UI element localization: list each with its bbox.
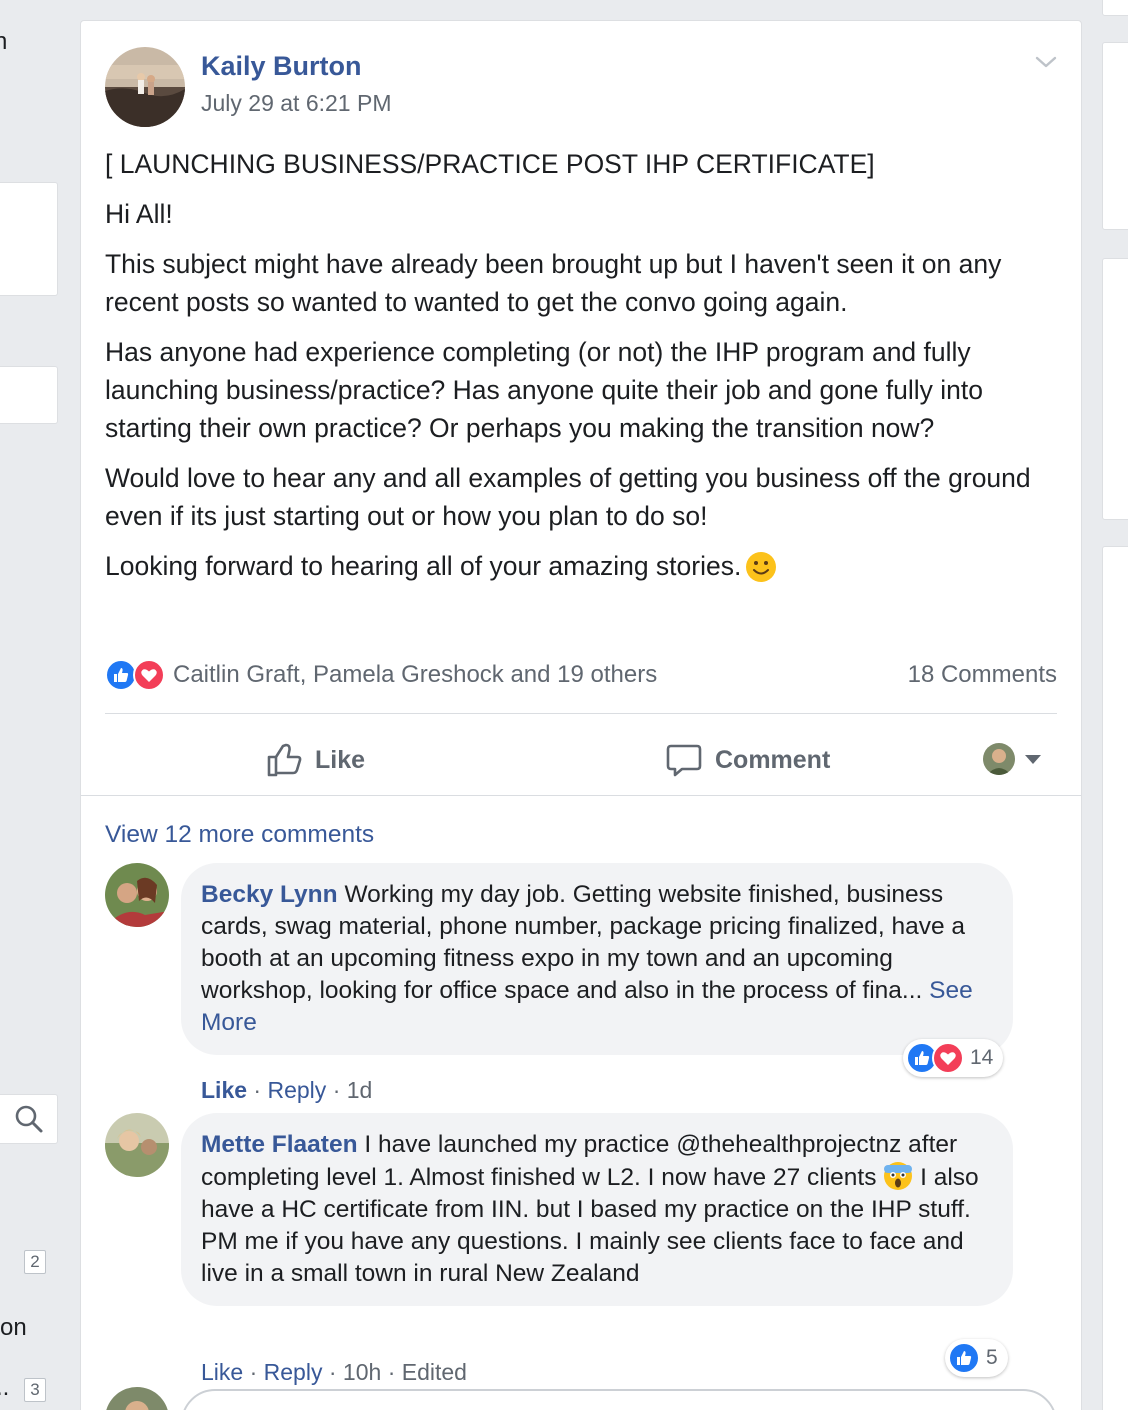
like-button[interactable]: Like: [265, 741, 365, 779]
divider: [105, 713, 1057, 714]
divider: [81, 795, 1081, 796]
love-reaction-icon: [133, 659, 165, 691]
commenter-name-link[interactable]: Mette Flaaten: [201, 1131, 358, 1158]
like-label: Like: [315, 745, 366, 774]
post-header: Kaily Burton July 29 at 6:21 PM: [105, 45, 392, 129]
reactions-summary: Caitlin Graft, Pamela Greshock and 19 ot…: [105, 653, 1057, 697]
post-card: Kaily Burton July 29 at 6:21 PM [ LAUNCH…: [80, 20, 1082, 1410]
count-badge: 2: [24, 1250, 46, 1274]
separator: ·: [387, 1359, 402, 1385]
comment-bubble: Mette Flaaten I have launched my practic…: [181, 1113, 1013, 1306]
comment-bubble: Becky Lynn Working my day job. Getting w…: [181, 863, 1013, 1055]
right-panel-card: [1102, 258, 1128, 520]
comment-reply-button[interactable]: Reply: [267, 1077, 326, 1103]
comment-label: Comment: [715, 745, 831, 774]
comment-reactions[interactable]: 14: [903, 1039, 1004, 1077]
post-paragraph: [ LAUNCHING BUSINESS/PRACTICE POST IHP C…: [105, 149, 875, 179]
commenter-name-link[interactable]: Becky Lynn: [201, 881, 338, 908]
separator: ·: [328, 1359, 343, 1385]
post-paragraph: This subject might have already been bro…: [105, 249, 1002, 317]
separator: ·: [332, 1077, 347, 1103]
scream-emoji-icon: [884, 1162, 913, 1190]
caret-down-icon: [1025, 754, 1041, 764]
reaction-count: 14: [970, 1046, 994, 1069]
comment-time[interactable]: 1d: [347, 1077, 373, 1103]
reaction-count: 5: [986, 1346, 998, 1369]
left-text-fragment: on: [0, 1314, 27, 1341]
comment-bubble-icon: [666, 744, 702, 777]
love-reaction-icon: [932, 1042, 964, 1074]
left-text-fragment: n: [0, 28, 8, 55]
write-comment-input[interactable]: [181, 1389, 1057, 1410]
right-panel-card: [1102, 546, 1128, 1410]
comment-reactions[interactable]: 5: [945, 1339, 1008, 1377]
author-info: Kaily Burton July 29 at 6:21 PM: [201, 49, 392, 119]
left-panel-card: [0, 366, 58, 424]
current-user-avatar: [105, 1387, 169, 1410]
reactions-names[interactable]: Caitlin Graft, Pamela Greshock and 19 ot…: [173, 661, 657, 689]
view-more-comments-link[interactable]: View 12 more comments: [105, 821, 374, 849]
left-panel-card: [0, 182, 58, 296]
left-text-fragment: ..: [0, 1374, 10, 1401]
reactions-left[interactable]: Caitlin Graft, Pamela Greshock and 19 ot…: [105, 659, 657, 691]
comment-meta: Like · Reply · 1d: [201, 1077, 372, 1104]
separator: ·: [249, 1359, 264, 1385]
count-badge: 3: [24, 1378, 46, 1402]
post-paragraph: Hi All!: [105, 199, 173, 229]
post-paragraph-text: Looking forward to hearing all of your a…: [105, 551, 742, 581]
post-timestamp-link[interactable]: July 29 at 6:21 PM: [201, 87, 392, 119]
comment-button[interactable]: Comment: [665, 741, 830, 779]
commenter-avatar[interactable]: [105, 863, 169, 927]
comment-time[interactable]: 10h: [343, 1359, 381, 1385]
author-name-link[interactable]: Kaily Burton: [201, 49, 392, 83]
like-reaction-icon: [948, 1342, 980, 1374]
post-actions: Like Comment: [105, 727, 1057, 791]
right-panel-card: [1102, 42, 1128, 230]
comment-item: Mette Flaaten I have launched my practic…: [105, 1113, 1065, 1385]
comment-like-button[interactable]: Like: [201, 1359, 243, 1385]
commenter-avatar[interactable]: [105, 1113, 169, 1177]
right-panel-card: [1102, 0, 1128, 16]
comment-as-selector[interactable]: [983, 743, 1041, 775]
thumbs-up-icon: [267, 743, 302, 777]
post-paragraph: Would love to hear any and all examples …: [105, 463, 1031, 531]
avatar: [983, 743, 1015, 775]
separator: ·: [253, 1077, 268, 1103]
left-search-button[interactable]: [0, 1094, 58, 1144]
author-avatar[interactable]: [105, 47, 185, 127]
comment-item: Becky Lynn Working my day job. Getting w…: [105, 863, 1065, 1103]
post-paragraph-last: Looking forward to hearing all of your a…: [105, 547, 1065, 585]
comments-count-link[interactable]: 18 Comments: [908, 661, 1057, 689]
reaction-icons: [105, 659, 165, 691]
comment-meta: Like · Reply · 10h · Edited: [201, 1359, 467, 1386]
edited-label[interactable]: Edited: [402, 1359, 467, 1385]
comment-like-button[interactable]: Like: [201, 1077, 247, 1103]
post-body: [ LAUNCHING BUSINESS/PRACTICE POST IHP C…: [105, 145, 1065, 597]
chevron-down-icon[interactable]: [1033, 49, 1059, 75]
post-paragraph: Has anyone had experience completing (or…: [105, 337, 984, 443]
comment-reply-button[interactable]: Reply: [264, 1359, 323, 1385]
search-icon: [15, 1105, 42, 1133]
smile-emoji-icon: [746, 552, 777, 582]
